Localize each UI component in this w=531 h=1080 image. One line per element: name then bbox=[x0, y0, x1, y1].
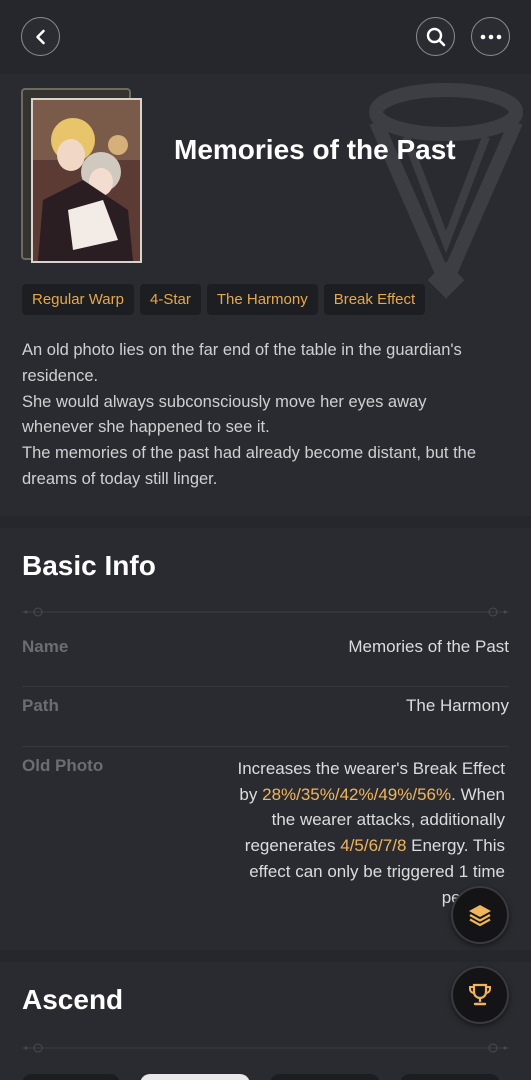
tag-list: Regular Warp 4-Star The Harmony Break Ef… bbox=[22, 284, 426, 315]
ascend-tab[interactable] bbox=[400, 1074, 500, 1080]
basic-info-section: Basic Info Name Memories of the Past Pat… bbox=[0, 528, 531, 950]
ascend-tab[interactable] bbox=[270, 1074, 380, 1080]
layers-icon bbox=[469, 905, 491, 927]
path-emblem-icon bbox=[369, 83, 523, 300]
chevron-left-icon bbox=[35, 29, 45, 44]
info-row-effect: Old Photo Increases the wearer's Break E… bbox=[22, 756, 509, 936]
row-divider bbox=[22, 686, 509, 687]
row-label: Path bbox=[22, 696, 59, 715]
description-line: An old photo lies on the far end of the … bbox=[22, 341, 462, 385]
section-title: Ascend bbox=[22, 984, 124, 1015]
ascend-tab[interactable] bbox=[22, 1074, 120, 1080]
ascend-tab-active[interactable] bbox=[140, 1074, 250, 1080]
description-line: She would always subconsciously move her… bbox=[22, 392, 427, 437]
more-horizontal-icon bbox=[480, 34, 501, 39]
more-options-button[interactable] bbox=[471, 17, 510, 56]
effect-values: 28%/35%/42%/49%/56% bbox=[262, 784, 452, 804]
description-line: The memories of the past had already bec… bbox=[22, 444, 477, 488]
ascend-tab-bar bbox=[22, 1074, 500, 1080]
info-row-name: Name Memories of the Past bbox=[22, 637, 509, 687]
top-bar bbox=[0, 0, 531, 74]
layers-fab-button[interactable] bbox=[451, 886, 509, 944]
row-divider bbox=[22, 746, 509, 747]
tag-warp-type[interactable]: Regular Warp bbox=[22, 284, 134, 315]
ascend-section: Ascend bbox=[0, 962, 531, 1080]
light-cone-artwork bbox=[31, 98, 142, 263]
search-icon bbox=[426, 27, 445, 46]
info-row-path: Path The Harmony bbox=[22, 696, 509, 747]
section-divider bbox=[22, 1043, 509, 1053]
row-value: The Harmony bbox=[406, 696, 509, 715]
trophy-icon bbox=[469, 983, 491, 1006]
section-divider bbox=[22, 607, 509, 617]
row-label: Name bbox=[22, 637, 69, 656]
effect-values: 4/5/6/7/8 bbox=[340, 836, 407, 856]
row-value: Memories of the Past bbox=[348, 637, 509, 656]
back-button[interactable] bbox=[21, 17, 60, 56]
row-label: Old Photo bbox=[22, 756, 104, 775]
search-button[interactable] bbox=[416, 17, 455, 56]
tag-rarity[interactable]: 4-Star bbox=[139, 284, 201, 315]
light-cone-description: An old photo lies on the far end of the … bbox=[22, 338, 492, 493]
light-cone-title: Memories of the Past bbox=[174, 134, 456, 165]
tag-path[interactable]: The Harmony bbox=[206, 284, 318, 315]
effect-description: Increases the wearer's Break Effect by 2… bbox=[235, 756, 505, 910]
trophy-fab-button[interactable] bbox=[451, 966, 509, 1024]
light-cone-hero: Memories of the Past Regular Warp 4-Star… bbox=[0, 74, 531, 516]
tag-stat[interactable]: Break Effect bbox=[323, 284, 426, 315]
section-title: Basic Info bbox=[22, 550, 156, 581]
